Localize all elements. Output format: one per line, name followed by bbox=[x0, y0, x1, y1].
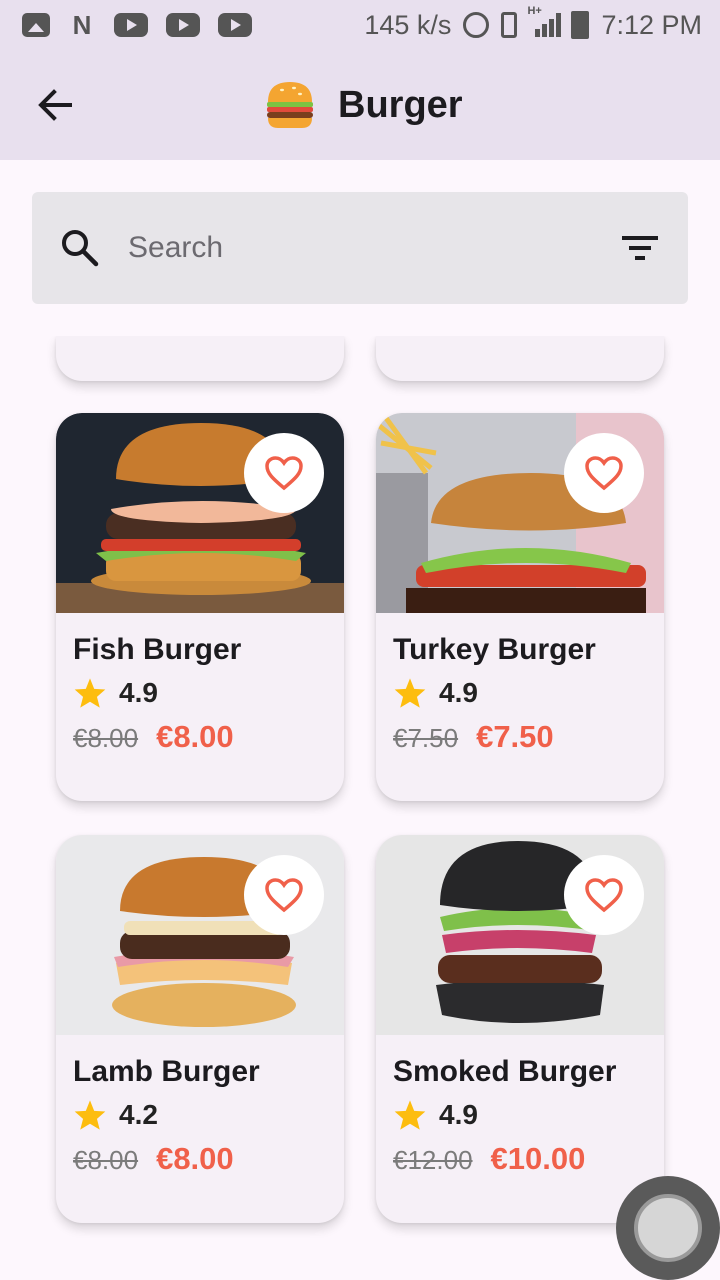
star-icon bbox=[74, 678, 106, 708]
star-icon bbox=[394, 678, 426, 708]
vibrate-icon bbox=[501, 12, 518, 38]
price: €7.50 bbox=[476, 719, 554, 754]
product-name: Fish Burger bbox=[73, 633, 242, 666]
clock: 7:12 PM bbox=[601, 9, 702, 40]
favorite-button[interactable] bbox=[564, 433, 644, 513]
favorite-button[interactable] bbox=[244, 433, 324, 513]
gallery-icon bbox=[22, 13, 50, 37]
product-card[interactable]: Turkey Burger 4.9 €7.50 €7.50 bbox=[376, 413, 664, 801]
n-icon: N bbox=[72, 10, 92, 40]
product-image bbox=[56, 835, 344, 1035]
battery-icon bbox=[571, 11, 590, 39]
assistive-touch-button[interactable] bbox=[616, 1176, 720, 1280]
status-bar: N 145 k/s H+ 7:12 PM bbox=[0, 0, 720, 50]
rating: 4.9 bbox=[73, 677, 158, 709]
product-card-partial[interactable] bbox=[376, 336, 664, 381]
product-image bbox=[56, 413, 344, 613]
youtube-icon bbox=[114, 13, 148, 37]
heart-icon bbox=[265, 456, 303, 491]
favorite-button[interactable] bbox=[244, 855, 324, 935]
rating: 4.9 bbox=[393, 1099, 478, 1131]
network-speed: 145 k/s bbox=[364, 9, 452, 40]
product-name: Lamb Burger bbox=[73, 1055, 260, 1088]
heart-icon bbox=[585, 878, 623, 913]
price-row: €12.00 €10.00 bbox=[393, 1141, 585, 1177]
search-bar bbox=[32, 192, 688, 304]
price: €10.00 bbox=[490, 1141, 586, 1176]
hotspot-icon bbox=[463, 12, 490, 38]
favorite-button[interactable] bbox=[564, 855, 644, 935]
rating-value: 4.9 bbox=[439, 677, 478, 708]
star-icon bbox=[394, 1100, 426, 1130]
signal-icon: H+ bbox=[527, 5, 562, 37]
rating-value: 4.9 bbox=[119, 677, 158, 708]
product-name: Smoked Burger bbox=[393, 1055, 617, 1088]
product-card[interactable]: Fish Burger 4.9 €8.00 €8.00 bbox=[56, 413, 344, 801]
product-name: Turkey Burger bbox=[393, 633, 596, 666]
price: €8.00 bbox=[156, 1141, 234, 1176]
heart-icon bbox=[585, 456, 623, 491]
rating: 4.9 bbox=[393, 677, 478, 709]
product-card[interactable]: Lamb Burger 4.2 €8.00 €8.00 bbox=[56, 835, 344, 1223]
youtube-icon bbox=[166, 13, 200, 37]
old-price: €8.00 bbox=[73, 1145, 139, 1175]
old-price: €8.00 bbox=[73, 723, 139, 753]
product-grid: Fish Burger 4.9 €8.00 €8.00 Turkey Burge… bbox=[0, 336, 720, 1280]
search-input[interactable] bbox=[128, 222, 588, 274]
rating-value: 4.9 bbox=[439, 1099, 478, 1130]
product-card-partial[interactable] bbox=[56, 336, 344, 381]
price-row: €8.00 €8.00 bbox=[73, 719, 234, 755]
old-price: €12.00 bbox=[393, 1145, 473, 1175]
heart-icon bbox=[265, 878, 303, 913]
youtube-icon bbox=[218, 13, 252, 37]
price: €8.00 bbox=[156, 719, 234, 754]
product-image bbox=[376, 835, 664, 1035]
price-row: €7.50 €7.50 bbox=[393, 719, 554, 755]
app-bar: Burger bbox=[0, 50, 720, 160]
arrow-back-icon bbox=[38, 89, 72, 121]
product-card[interactable]: Smoked Burger 4.9 €12.00 €10.00 bbox=[376, 835, 664, 1223]
burger-emoji-icon bbox=[264, 80, 316, 130]
back-button[interactable] bbox=[34, 83, 78, 127]
filter-icon[interactable] bbox=[620, 232, 660, 264]
star-icon bbox=[74, 1100, 106, 1130]
rating: 4.2 bbox=[73, 1099, 158, 1131]
old-price: €7.50 bbox=[393, 723, 459, 753]
search-icon[interactable] bbox=[60, 228, 100, 268]
price-row: €8.00 €8.00 bbox=[73, 1141, 234, 1177]
page-title: Burger bbox=[338, 83, 463, 126]
rating-value: 4.2 bbox=[119, 1099, 158, 1130]
product-image bbox=[376, 413, 664, 613]
